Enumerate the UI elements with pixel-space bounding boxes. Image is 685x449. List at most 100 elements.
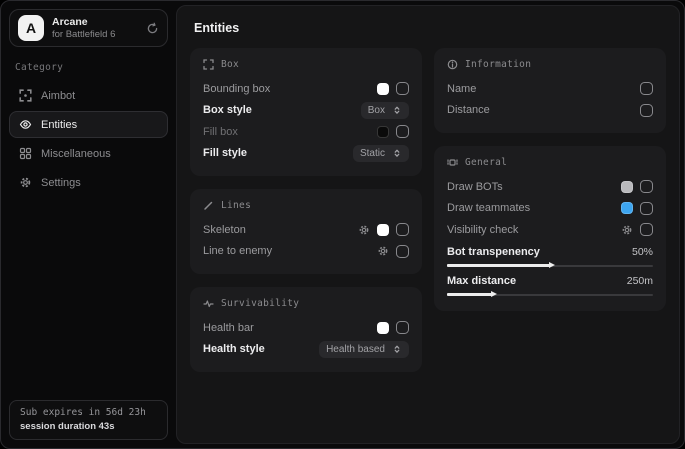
lines-card: Lines Skeleton Line to enem: [190, 189, 422, 274]
card-header-label: Lines: [221, 200, 251, 211]
skeleton-label: Skeleton: [203, 224, 246, 236]
brand-title: Arcane: [52, 16, 138, 29]
refresh-icon[interactable]: [146, 22, 159, 35]
name-row: Name: [447, 78, 653, 100]
fill-style-row: Fill style Static: [203, 143, 409, 165]
skeleton-row: Skeleton: [203, 219, 409, 241]
health-bar-label: Health bar: [203, 322, 254, 334]
line-to-enemy-checkbox[interactable]: [396, 245, 409, 258]
distance-checkbox[interactable]: [640, 104, 653, 117]
brand-subtitle: for Battlefield 6: [52, 29, 138, 40]
chevron-updown-icon: [392, 105, 402, 115]
bounding-box-checkbox[interactable]: [396, 82, 409, 95]
name-checkbox[interactable]: [640, 82, 653, 95]
pencil-icon: [203, 200, 214, 211]
app-window: A Arcane for Battlefield 6 Category Aimb…: [0, 0, 685, 449]
session-duration-text: session duration 43s: [20, 421, 157, 432]
fill-box-color-swatch[interactable]: [377, 126, 389, 138]
sidebar-item-entities[interactable]: Entities: [9, 111, 168, 138]
health-style-value: Health based: [326, 344, 385, 355]
fill-style-value: Static: [360, 148, 385, 159]
main-panel: Entities Box Bounding box: [176, 5, 680, 444]
bot-transparency-label: Bot transpenency: [447, 246, 540, 258]
sidebar-item-miscellaneous[interactable]: Miscellaneous: [9, 140, 168, 167]
health-bar-color-swatch[interactable]: [377, 322, 389, 334]
general-card: General Draw BOTs Draw teammates: [434, 146, 666, 311]
max-distance-label: Max distance: [447, 275, 516, 287]
bounding-box-row: Bounding box: [203, 78, 409, 100]
information-icon: [447, 59, 458, 70]
sidebar-item-label: Entities: [41, 119, 77, 131]
draw-bots-checkbox[interactable]: [640, 180, 653, 193]
draw-bots-label: Draw BOTs: [447, 181, 503, 193]
crosshair-icon: [19, 89, 32, 102]
sidebar: A Arcane for Battlefield 6 Category Aimb…: [1, 1, 176, 448]
skeleton-checkbox[interactable]: [396, 223, 409, 236]
health-style-label: Health style: [203, 343, 265, 355]
fill-box-row: Fill box: [203, 121, 409, 143]
bot-transparency-value: 50%: [632, 246, 653, 258]
bot-transparency-group: Bot transpenency 50%: [447, 243, 653, 270]
box-style-label: Box style: [203, 104, 252, 116]
gear-icon: [19, 176, 32, 189]
sidebar-item-label: Settings: [41, 177, 81, 189]
bounding-box-color-swatch[interactable]: [377, 83, 389, 95]
health-pulse-icon: [203, 298, 214, 309]
sidebar-item-aimbot[interactable]: Aimbot: [9, 82, 168, 109]
box-card: Box Bounding box Box style Box: [190, 48, 422, 176]
fill-box-label: Fill box: [203, 126, 238, 138]
chevron-updown-icon: [392, 344, 402, 354]
card-header-label: Survivability: [221, 298, 299, 309]
draw-bots-row: Draw BOTs: [447, 176, 653, 198]
draw-teammates-color-swatch[interactable]: [621, 202, 633, 214]
draw-bots-color-swatch[interactable]: [621, 181, 633, 193]
box-style-row: Box style Box: [203, 100, 409, 122]
chevron-updown-icon: [392, 148, 402, 158]
fill-box-checkbox[interactable]: [396, 125, 409, 138]
visibility-check-row: Visibility check: [447, 219, 653, 241]
line-to-enemy-label: Line to enemy: [203, 245, 272, 257]
general-grid-icon: [447, 157, 458, 168]
draw-teammates-label: Draw teammates: [447, 202, 530, 214]
skeleton-settings-gear-icon[interactable]: [358, 224, 370, 236]
category-label: Category: [15, 62, 164, 73]
max-distance-group: Max distance 250m: [447, 272, 653, 299]
draw-teammates-checkbox[interactable]: [640, 202, 653, 215]
right-column: Information Name Distance: [434, 48, 666, 311]
visibility-check-checkbox[interactable]: [640, 223, 653, 236]
brand-avatar: A: [18, 15, 44, 41]
card-header-label: Information: [465, 59, 531, 70]
page-title: Entities: [194, 21, 669, 35]
fill-style-dropdown[interactable]: Static: [353, 145, 409, 162]
card-header-label: Box: [221, 59, 239, 70]
grid-icon: [19, 147, 32, 160]
visibility-check-settings-gear-icon[interactable]: [621, 224, 633, 236]
entities-icon: [19, 118, 32, 131]
health-bar-row: Health bar: [203, 317, 409, 339]
box-icon: [203, 59, 214, 70]
information-card: Information Name Distance: [434, 48, 666, 133]
box-style-dropdown[interactable]: Box: [361, 102, 409, 119]
box-style-value: Box: [368, 105, 385, 116]
bot-transparency-slider[interactable]: [447, 262, 653, 270]
health-style-row: Health style Health based: [203, 339, 409, 361]
fill-style-label: Fill style: [203, 147, 247, 159]
line-to-enemy-row: Line to enemy: [203, 241, 409, 263]
sidebar-item-label: Aimbot: [41, 90, 75, 102]
name-label: Name: [447, 83, 476, 95]
sidebar-item-label: Miscellaneous: [41, 148, 111, 160]
distance-row: Distance: [447, 100, 653, 122]
health-style-dropdown[interactable]: Health based: [319, 341, 409, 358]
distance-label: Distance: [447, 104, 490, 116]
skeleton-color-swatch[interactable]: [377, 224, 389, 236]
card-header-label: General: [465, 157, 507, 168]
line-to-enemy-settings-gear-icon[interactable]: [377, 245, 389, 257]
health-bar-checkbox[interactable]: [396, 321, 409, 334]
brand-card: A Arcane for Battlefield 6: [9, 9, 168, 47]
visibility-check-label: Visibility check: [447, 224, 518, 236]
max-distance-slider[interactable]: [447, 291, 653, 299]
subscription-info-box: Sub expires in 56d 23h session duration …: [9, 400, 168, 440]
left-column: Box Bounding box Box style Box: [190, 48, 422, 372]
draw-teammates-row: Draw teammates: [447, 198, 653, 220]
sidebar-item-settings[interactable]: Settings: [9, 169, 168, 196]
